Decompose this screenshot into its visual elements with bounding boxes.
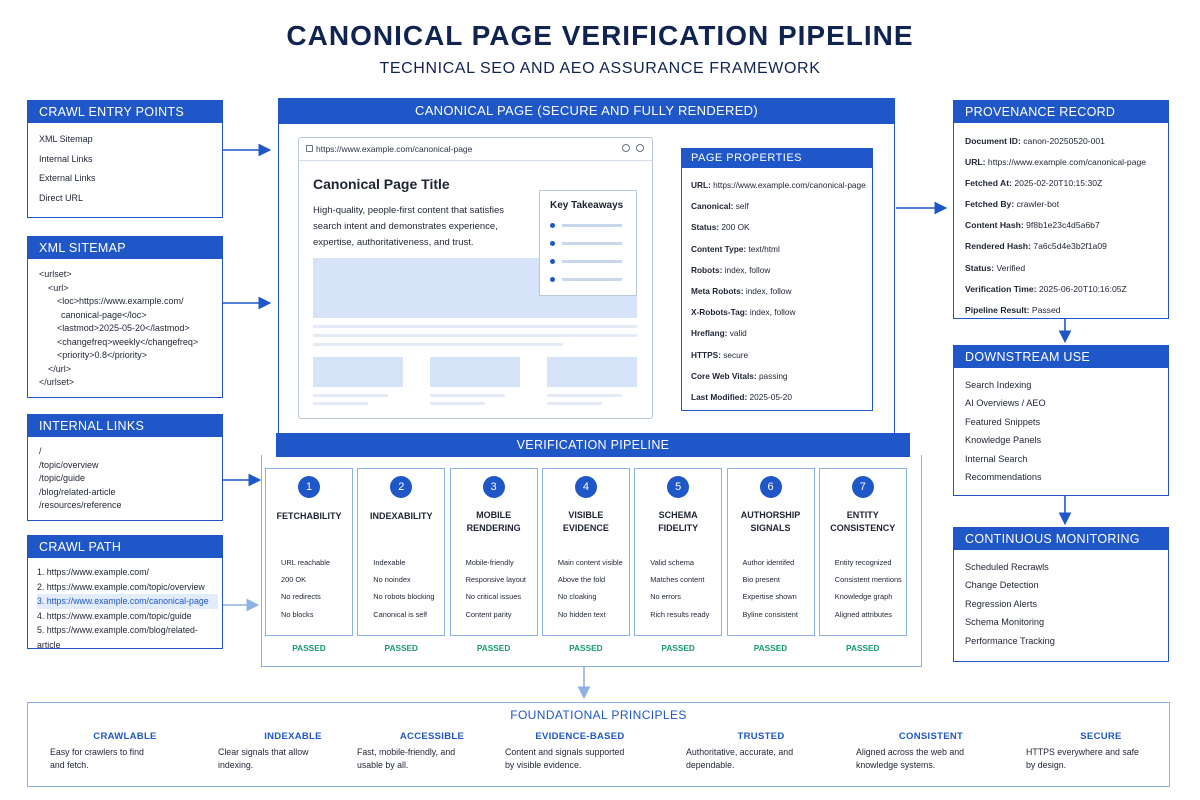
flow-arrows [223, 143, 1072, 700]
